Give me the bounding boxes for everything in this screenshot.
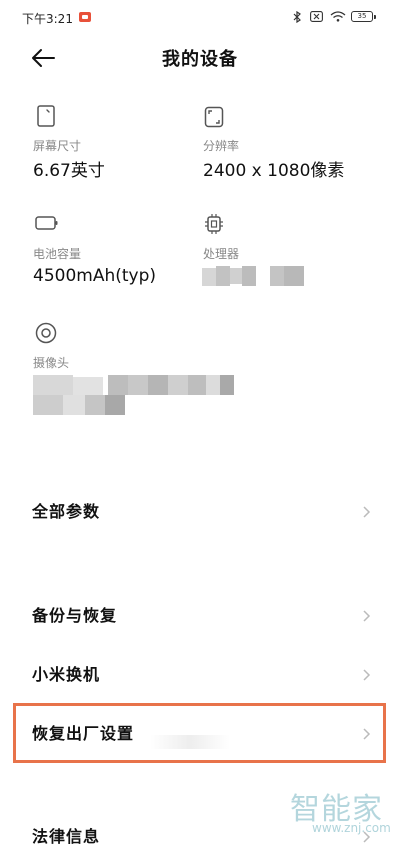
legal-info-label: 法律信息 <box>32 827 101 846</box>
sim-off-icon <box>310 11 323 22</box>
page-title: 我的设备 <box>162 49 238 70</box>
spec-value-battery: 4500mAh(typ) <box>33 266 157 286</box>
spec-value-resolution: 2400 x 1080像素 <box>203 161 345 181</box>
camera-value-redacted <box>33 375 238 417</box>
backup-restore-row[interactable]: 备份与恢复 <box>0 592 400 640</box>
mi-mover-label: 小米换机 <box>32 665 101 684</box>
chevron-right-icon <box>363 506 371 518</box>
battery-capacity-icon <box>35 216 58 230</box>
spec-label-processor: 处理器 <box>203 247 240 261</box>
factory-reset-highlight-box <box>13 703 386 763</box>
all-params-row[interactable]: 全部参数 <box>0 488 400 536</box>
phone-screen-icon <box>37 105 55 127</box>
status-bar: 下午3:21 35 <box>0 0 400 34</box>
spec-label-screen-size: 屏幕尺寸 <box>33 139 82 153</box>
bluetooth-icon <box>293 11 301 23</box>
mi-mover-row[interactable]: 小米换机 <box>0 651 400 699</box>
status-time: 下午3:21 <box>22 12 73 26</box>
spec-value-screen-size: 6.67英寸 <box>33 161 105 181</box>
chevron-right-icon <box>363 669 371 681</box>
processor-value-redacted <box>202 266 307 288</box>
watermark: 智能家 www.znj.com <box>290 784 400 844</box>
spec-label-resolution: 分辨率 <box>203 139 240 153</box>
chevron-right-icon <box>363 610 371 622</box>
wifi-icon <box>330 11 346 22</box>
backup-restore-label: 备份与恢复 <box>32 606 118 625</box>
screen-record-icon <box>79 12 91 22</box>
resolution-icon <box>204 106 224 128</box>
spec-label-battery: 电池容量 <box>33 247 82 261</box>
all-params-label: 全部参数 <box>32 502 101 521</box>
chip-icon <box>205 214 223 234</box>
camera-icon <box>35 322 57 344</box>
spec-label-camera: 摄像头 <box>33 356 70 370</box>
battery-icon: 35 <box>351 11 376 22</box>
watermark-url: www.znj.com <box>312 821 391 835</box>
